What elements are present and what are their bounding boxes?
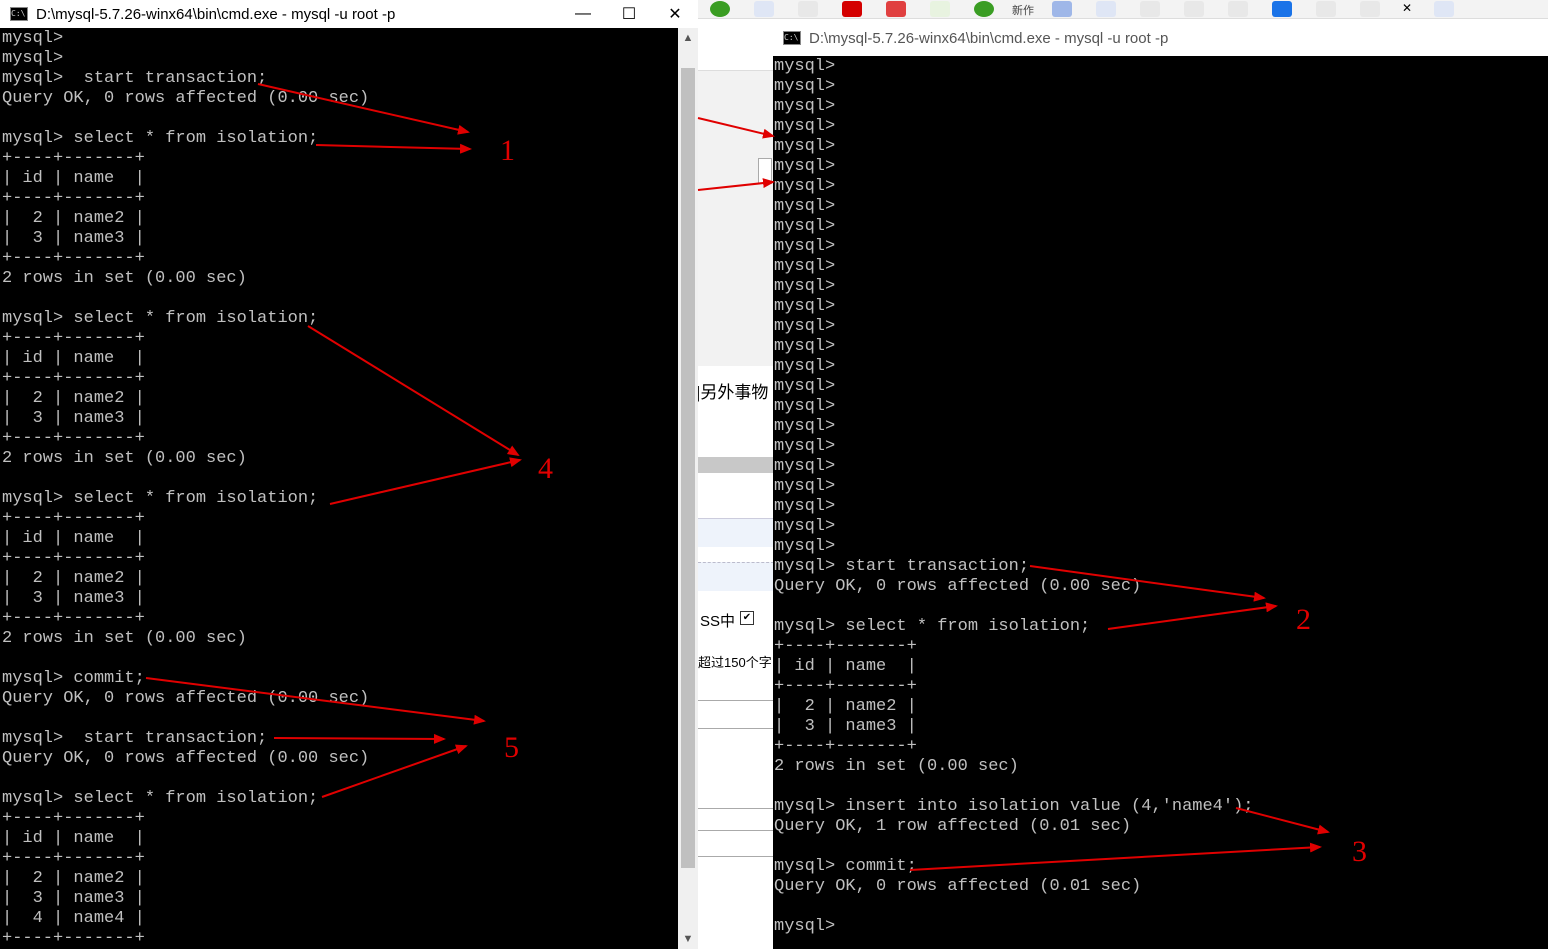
annotation-number-4: 4 [538, 452, 553, 485]
arrow-4b [329, 457, 522, 505]
arrow-bg-1 [697, 117, 775, 139]
arrow-bg-2 [697, 178, 775, 191]
arrow-3a [1235, 807, 1330, 835]
arrow-2b [1107, 602, 1278, 630]
annotation-number-2: 2 [1296, 603, 1311, 636]
arrow-3b [909, 842, 1322, 871]
annotation-number-5: 5 [504, 731, 519, 764]
arrow-1b [315, 143, 472, 154]
arrow-5c [321, 744, 468, 798]
arrow-2a [1029, 565, 1266, 602]
annotation-number-3: 3 [1352, 835, 1367, 868]
annotation-number-1: 1 [500, 134, 515, 167]
arrow-5a [145, 677, 486, 725]
arrow-5b [273, 733, 446, 744]
arrow-4a [307, 325, 520, 457]
arrow-1a [257, 83, 470, 135]
annotation-arrows [145, 83, 1330, 871]
